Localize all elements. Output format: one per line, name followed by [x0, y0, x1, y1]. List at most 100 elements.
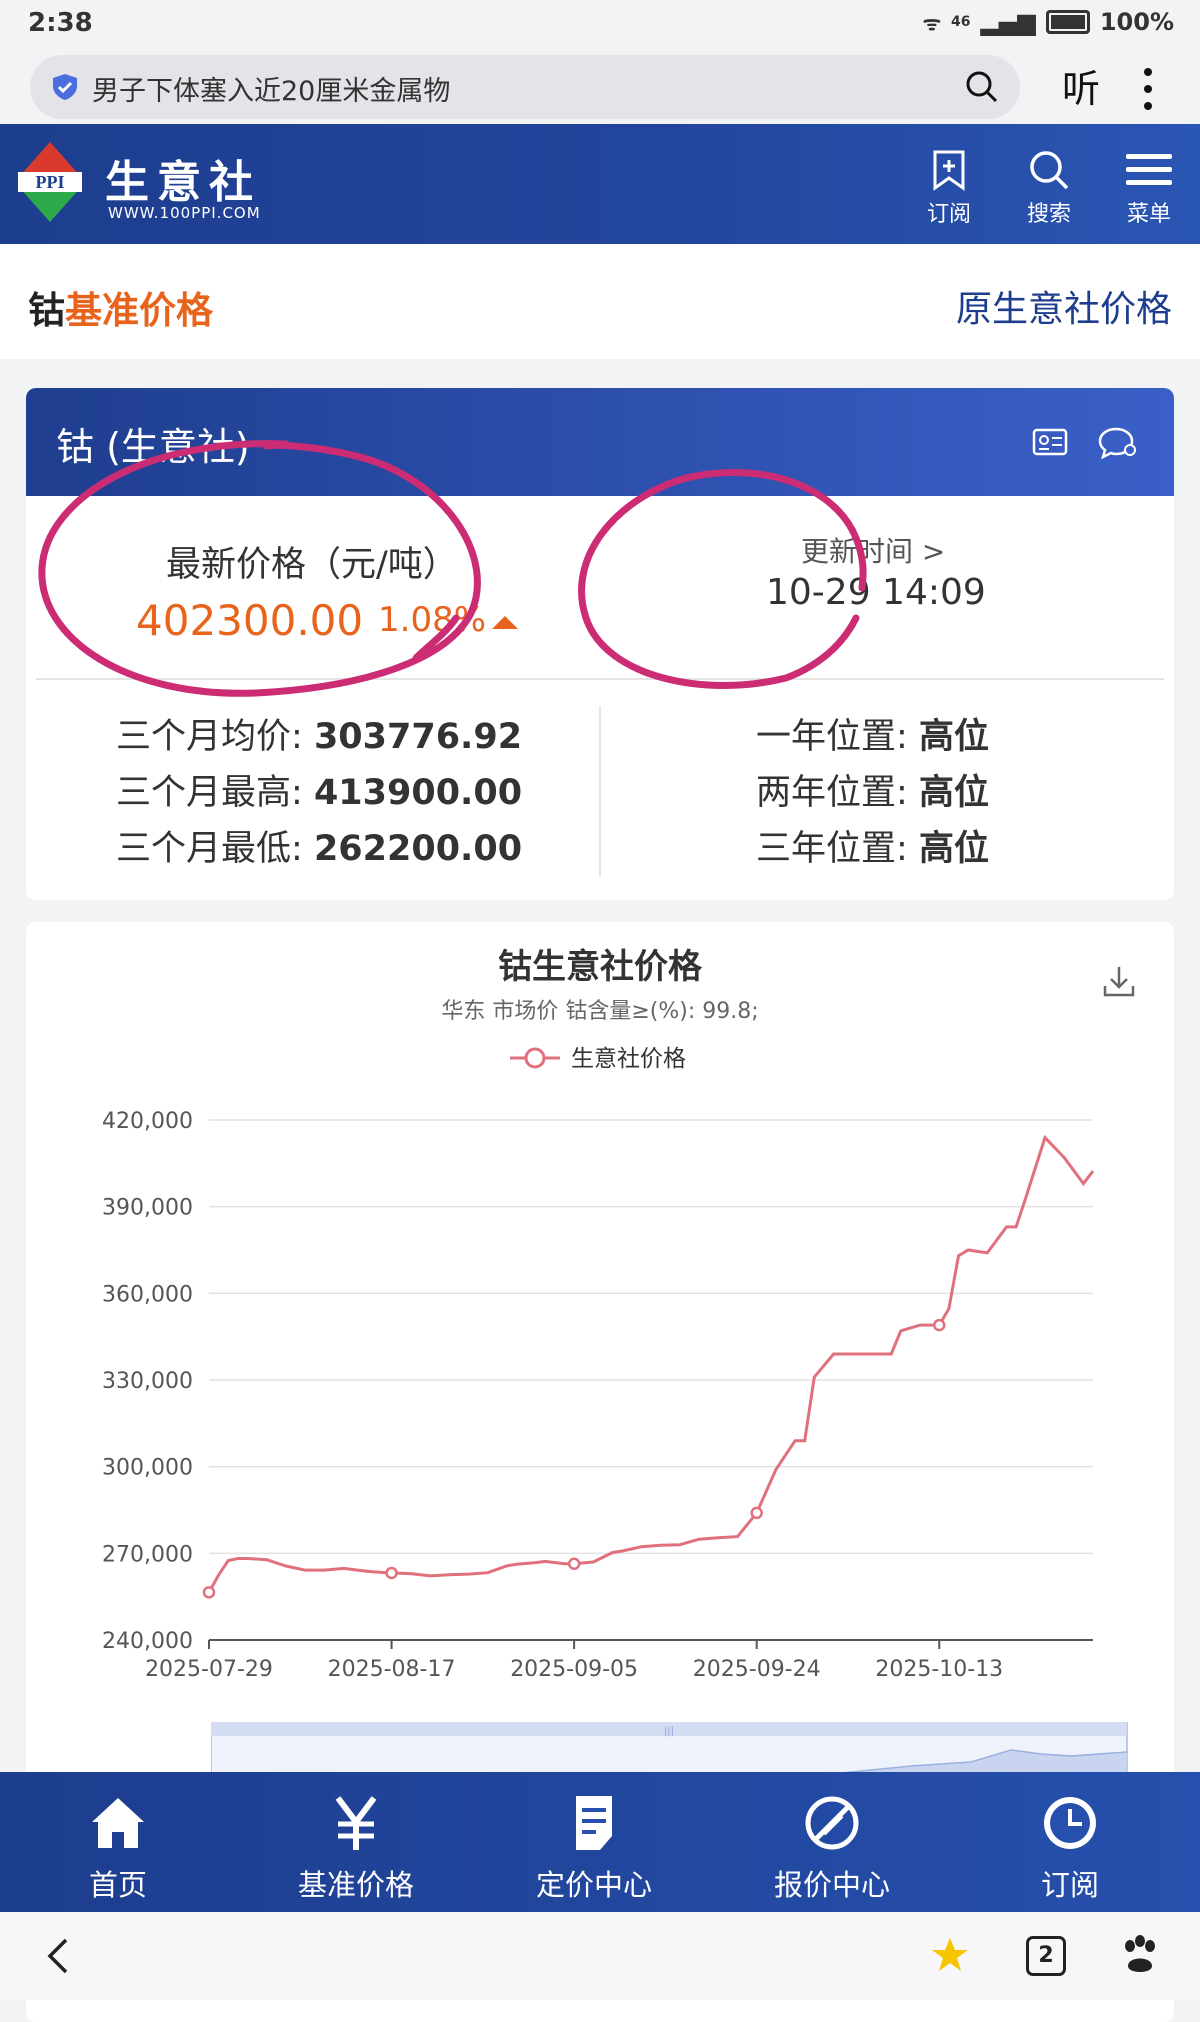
- logo-icon[interactable]: PPI: [18, 142, 82, 222]
- stat-low: 三个月最低: 262200.00: [116, 820, 522, 871]
- stat-label: 一年位置:: [756, 717, 908, 757]
- tabs-count-button[interactable]: 2: [1026, 1936, 1066, 1976]
- data-point: [385, 1566, 398, 1580]
- original-price-link[interactable]: 原生意社价格: [956, 280, 1172, 332]
- subscribe-button[interactable]: 订阅: [914, 148, 984, 228]
- stat-avg: 三个月均价: 303776.92: [116, 708, 522, 759]
- yuan-icon: [335, 1796, 377, 1850]
- stat-label: 三个月最低:: [116, 829, 303, 869]
- document-icon: [576, 1796, 612, 1850]
- data-point: [750, 1506, 763, 1520]
- y-tick-label: 330,000: [102, 1369, 193, 1394]
- site-header: PPI 生意社 WWW.100PPI.COM 订阅 搜索 菜单: [0, 124, 1200, 244]
- bookmark-add-icon: [933, 150, 965, 191]
- chart-subtitle: 华东 市场价 钴含量≥(%): 99.8;: [441, 999, 758, 1024]
- status-right: ᯤ 46 ▂▄▆ 100%: [923, 8, 1174, 36]
- signal-icon: ▂▄▆: [980, 8, 1036, 36]
- signal-label: 46: [950, 14, 971, 30]
- nav-label: 订阅: [1040, 1868, 1099, 1902]
- stat-value: 高位: [918, 717, 989, 757]
- system-bar: 2: [0, 1912, 1200, 2000]
- paw-icon[interactable]: [1120, 1934, 1160, 1976]
- search-icon: [1030, 151, 1069, 190]
- nav-label: 报价中心: [773, 1868, 890, 1902]
- y-tick-label: 240,000: [102, 1629, 193, 1654]
- home-icon: [92, 1798, 144, 1848]
- bottom-nav: 首页 基准价格 定价中心 报价中心 订阅: [0, 1772, 1200, 1912]
- stat-1y: 一年位置: 高位: [756, 708, 989, 759]
- price-info-card: 钴 (生意社) 最新价格（元/吨） 402300.00 1.08% 更新时间 >…: [26, 388, 1174, 900]
- divider: [36, 678, 1164, 680]
- card-header: 钴 (生意社): [26, 388, 1174, 496]
- page-title: 钴基准价格: [28, 280, 213, 334]
- svg-text:|||: |||: [664, 1726, 674, 1737]
- nav-benchmark-price[interactable]: 基准价格: [256, 1794, 456, 1904]
- legend-label: 生意社价格: [571, 1046, 686, 1072]
- page-title-prefix: 钴: [28, 289, 65, 332]
- stat-label: 三个月均价:: [116, 717, 303, 757]
- shield-icon: [53, 74, 77, 100]
- subscribe-label: 订阅: [926, 202, 971, 227]
- brand-name[interactable]: 生意社: [105, 146, 261, 210]
- y-tick-label: 390,000: [102, 1196, 193, 1221]
- stat-value: 262200.00: [313, 829, 523, 869]
- latest-price-label: 最新价格（元/吨）: [166, 545, 458, 585]
- listen-button[interactable]: 听: [1062, 58, 1100, 113]
- address-bar[interactable]: 男子下体塞入近20厘米金属物: [30, 55, 1020, 119]
- stat-value: 高位: [918, 773, 989, 813]
- back-icon[interactable]: [44, 1936, 72, 1976]
- chat-icon[interactable]: [1098, 426, 1138, 460]
- nav-subscribe[interactable]: 订阅: [970, 1794, 1170, 1904]
- divider: [599, 706, 601, 876]
- card-title: 钴 (生意社): [56, 425, 250, 469]
- chart-title: 钴生意社价格: [498, 947, 703, 987]
- menu-icon: [1126, 154, 1172, 185]
- stat-high: 三个月最高: 413900.00: [116, 764, 522, 815]
- update-time: 10-29 14:09: [766, 572, 986, 613]
- stat-3y: 三年位置: 高位: [756, 820, 989, 871]
- page-title-highlight: 基准价格: [65, 289, 213, 332]
- x-tick-label: 2025-10-13: [875, 1657, 1003, 1682]
- wifi-icon: ᯤ: [922, 10, 941, 35]
- status-time: 2:38: [28, 8, 93, 38]
- menu-button[interactable]: 菜单: [1114, 148, 1184, 228]
- up-arrow-icon: [492, 616, 518, 629]
- stat-2y: 两年位置: 高位: [756, 764, 989, 815]
- stat-value: 高位: [918, 829, 989, 869]
- nav-home[interactable]: 首页: [18, 1794, 218, 1904]
- search-button[interactable]: 搜索: [1014, 148, 1084, 228]
- nav-quote-center[interactable]: 报价中心: [732, 1794, 932, 1904]
- search-icon[interactable]: [964, 69, 1000, 105]
- search-label: 搜索: [1026, 202, 1071, 227]
- menu-label: 菜单: [1126, 202, 1171, 227]
- logo-text: PPI: [36, 172, 65, 192]
- data-point: [933, 1318, 946, 1332]
- data-point: [567, 1557, 581, 1570]
- x-tick-label: 2025-07-29: [145, 1657, 273, 1682]
- x-tick-label: 2025-09-05: [510, 1657, 638, 1682]
- legend-marker: [524, 1047, 546, 1069]
- status-bar: 2:38 ᯤ 46 ▂▄▆ 100%: [0, 0, 1200, 50]
- battery-level: 100%: [1099, 8, 1174, 36]
- more-icon[interactable]: [1142, 64, 1154, 114]
- battery-icon: [1045, 10, 1090, 34]
- stat-label: 三个月最高:: [116, 773, 303, 813]
- nav-label: 首页: [88, 1868, 147, 1902]
- nav-pricing-center[interactable]: 定价中心: [494, 1794, 694, 1904]
- y-tick-label: 300,000: [102, 1456, 193, 1481]
- x-tick-label: 2025-09-24: [693, 1657, 821, 1682]
- star-icon[interactable]: [930, 1936, 970, 1974]
- nav-label: 基准价格: [297, 1868, 414, 1902]
- y-tick-label: 270,000: [102, 1542, 193, 1567]
- y-tick-label: 360,000: [102, 1282, 193, 1307]
- nav-label: 定价中心: [535, 1868, 652, 1902]
- latest-price: 402300.00: [136, 596, 364, 645]
- page-title-row: 钴基准价格 原生意社价格: [0, 244, 1200, 359]
- chart-legend[interactable]: 生意社价格: [510, 1046, 686, 1072]
- stat-label: 两年位置:: [756, 773, 908, 813]
- change-percent: 1.08%: [378, 600, 487, 640]
- address-text[interactable]: 男子下体塞入近20厘米金属物: [92, 69, 450, 108]
- price-line-chart[interactable]: 钴生意社价格 华东 市场价 钴含量≥(%): 99.8; 生意社价格 240,0…: [26, 922, 1174, 1782]
- update-time-label[interactable]: 更新时间 >: [801, 530, 945, 570]
- id-card-icon[interactable]: [1032, 428, 1068, 456]
